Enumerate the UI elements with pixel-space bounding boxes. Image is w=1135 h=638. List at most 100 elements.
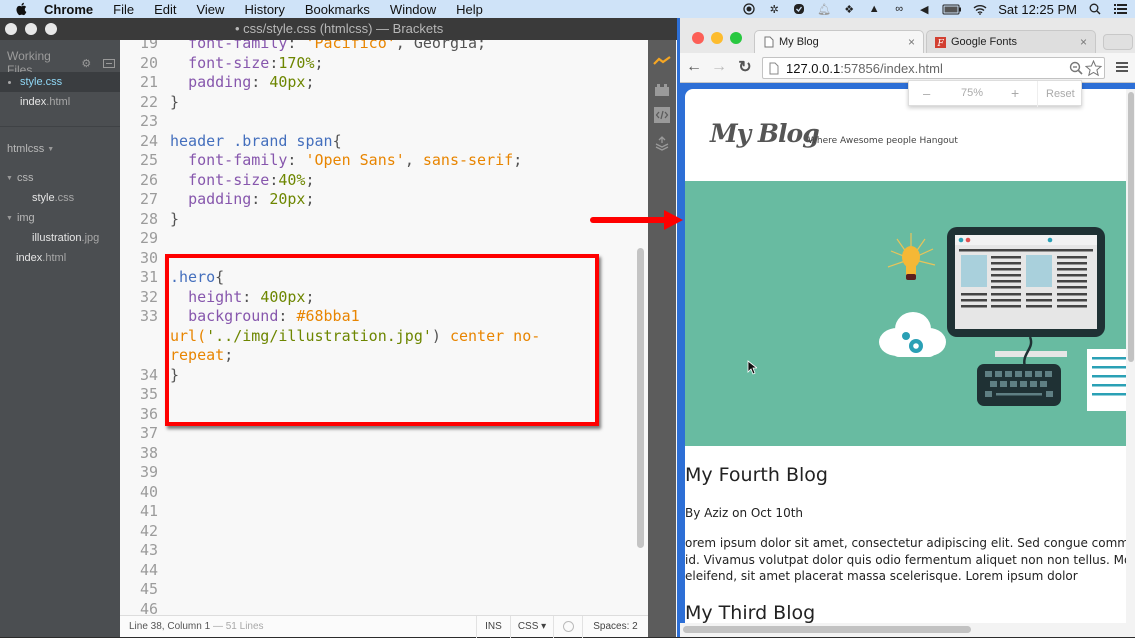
zoom-magnifier-icon[interactable] [1069, 61, 1084, 79]
dropbox-icon[interactable]: ❖ [842, 2, 856, 16]
chrome-minimize-button[interactable] [711, 32, 723, 44]
code-line[interactable]: 22} [120, 93, 179, 113]
code-line[interactable]: 40 [120, 483, 170, 503]
bookmark-star-icon[interactable] [1084, 59, 1103, 80]
layers-icon[interactable] [653, 134, 671, 152]
tab-my-blog[interactable]: My Blog × [754, 30, 924, 53]
code-line[interactable]: 30 [120, 249, 170, 269]
language-select[interactable]: CSS ▾ [510, 616, 553, 638]
code-line[interactable]: 28} [120, 210, 179, 230]
back-arrow-icon[interactable]: ← [685, 58, 703, 76]
menu-help[interactable]: Help [456, 2, 483, 17]
code-line[interactable]: 35 [120, 385, 170, 405]
spotlight-search-icon[interactable] [1088, 2, 1102, 16]
code-line[interactable]: 39 [120, 463, 170, 483]
code-line[interactable]: 45 [120, 580, 170, 600]
menu-history[interactable]: History [244, 2, 284, 17]
tree-file-illustration-jpg[interactable]: illustration.jpg [0, 228, 120, 248]
reload-icon[interactable]: ↻ [736, 58, 754, 76]
blog-brand[interactable]: My Blog [710, 119, 820, 148]
disclosure-triangle-icon: ▼ [6, 175, 13, 182]
code-token: , Georgia; [395, 40, 487, 52]
record-icon[interactable] [742, 2, 756, 16]
code-line[interactable]: 41 [120, 502, 170, 522]
window-zoom-button[interactable] [45, 23, 57, 35]
tab-google-fonts[interactable]: F Google Fonts × [926, 30, 1096, 53]
code-line[interactable]: 27 padding: 20px; [120, 190, 315, 210]
code-line[interactable]: 21 padding: 40px; [120, 73, 315, 93]
zoom-out-button[interactable]: – [923, 86, 930, 101]
line-number: 22 [139, 92, 158, 111]
tab-strip: My Blog × F Google Fonts × [680, 18, 1135, 53]
code-editor[interactable]: 46 45 44 43 42 41 40 39 38 37 36 35 34} repeat; url('.… [120, 40, 648, 615]
url-host: 127.0.0.1 [786, 60, 841, 76]
chrome-close-button[interactable] [692, 32, 704, 44]
wifi-icon[interactable] [973, 2, 987, 16]
code-line[interactable]: 25 font-family: 'Open Sans', sans-serif; [120, 151, 522, 171]
chrome-zoom-button[interactable] [730, 32, 742, 44]
zoom-in-button[interactable]: + [1011, 85, 1019, 101]
code-line[interactable]: 42 [120, 522, 170, 542]
code-line[interactable]: 26 font-size:40%; [120, 171, 315, 191]
code-line[interactable]: 29 [120, 229, 170, 249]
page-vertical-scroll-thumb[interactable] [1128, 92, 1134, 362]
tree-folder-img[interactable]: ▼ img [0, 208, 120, 228]
insert-mode-toggle[interactable]: INS [476, 616, 510, 638]
working-file-style-css[interactable]: style.css [0, 72, 120, 92]
code-line[interactable]: 46 [120, 600, 170, 616]
zoom-reset-button[interactable]: Reset [1037, 81, 1083, 107]
code-tag-icon[interactable] [653, 106, 671, 124]
apple-menu-icon[interactable] [14, 2, 28, 16]
menu-bookmarks[interactable]: Bookmarks [305, 2, 370, 17]
line-number: 25 [139, 151, 158, 169]
menu-file[interactable]: File [113, 2, 134, 17]
working-file-index-html[interactable]: index.html [0, 92, 120, 112]
project-dropdown[interactable]: htmlcss ▼ [7, 143, 54, 155]
code-line[interactable]: 36 [120, 405, 170, 425]
extension-manager-icon[interactable] [653, 80, 671, 98]
status-tray: ✲ 🔔︎ ❖ ▲ ∞ ◀ Sat 12:25 PM [742, 0, 1127, 18]
code-line[interactable]: 19 font-family: 'Pacifico', Georgia; [120, 40, 486, 54]
page-horizontal-scroll-thumb[interactable] [683, 626, 971, 633]
tree-file-style-css[interactable]: style.css [0, 188, 120, 208]
code-line[interactable]: 20 font-size:170%; [120, 54, 324, 74]
code-line[interactable]: 43 [120, 541, 170, 561]
editor-scrollbar[interactable] [637, 248, 644, 548]
code-line[interactable]: 37 [120, 424, 170, 444]
tab-close-icon[interactable]: × [908, 35, 915, 49]
linter-status[interactable] [553, 616, 582, 638]
tree-folder-css[interactable]: ▼ css [0, 168, 120, 188]
menu-window[interactable]: Window [390, 2, 436, 17]
split-view-icon[interactable] [103, 58, 115, 68]
indent-spaces[interactable]: Spaces: 2 [582, 616, 648, 638]
battery-icon[interactable] [942, 2, 962, 16]
menu-app-chrome[interactable]: Chrome [44, 2, 93, 17]
live-preview-icon[interactable] [653, 52, 671, 70]
notification-bell-icon[interactable]: 🔔︎ [817, 2, 831, 16]
notification-center-icon[interactable] [1113, 2, 1127, 16]
forward-arrow-icon[interactable]: → [710, 58, 728, 76]
tree-file-index-html[interactable]: index.html [0, 248, 120, 268]
address-bar[interactable]: 127.0.0.1:57856/index.html [762, 57, 1105, 79]
tab-close-icon[interactable]: × [1080, 35, 1087, 49]
code-line[interactable]: 38 [120, 444, 170, 464]
window-close-button[interactable] [5, 23, 17, 35]
gear-icon[interactable]: ⚙ [81, 57, 91, 70]
post-title[interactable]: My Fourth Blog [685, 464, 828, 486]
menu-edit[interactable]: Edit [154, 2, 176, 17]
code-line[interactable]: 24 header .brand span{ [120, 132, 342, 152]
volume-icon[interactable]: ◀ [917, 2, 931, 16]
new-tab-button[interactable] [1103, 34, 1133, 50]
clock[interactable]: Sat 12:25 PM [998, 2, 1077, 17]
creative-cloud-icon[interactable]: ∞ [892, 2, 906, 16]
menu-view[interactable]: View [196, 2, 224, 17]
code-line[interactable]: 44 [120, 561, 170, 581]
skype-icon[interactable] [792, 2, 806, 16]
code-line[interactable]: 23 [120, 112, 170, 132]
post-title[interactable]: My Third Blog [685, 602, 815, 623]
hero-banner [685, 181, 1126, 446]
google-drive-icon[interactable]: ▲ [867, 2, 881, 16]
window-minimize-button[interactable] [25, 23, 37, 35]
hamburger-menu-icon[interactable] [1116, 62, 1128, 73]
brightness-icon[interactable]: ✲ [767, 2, 781, 16]
